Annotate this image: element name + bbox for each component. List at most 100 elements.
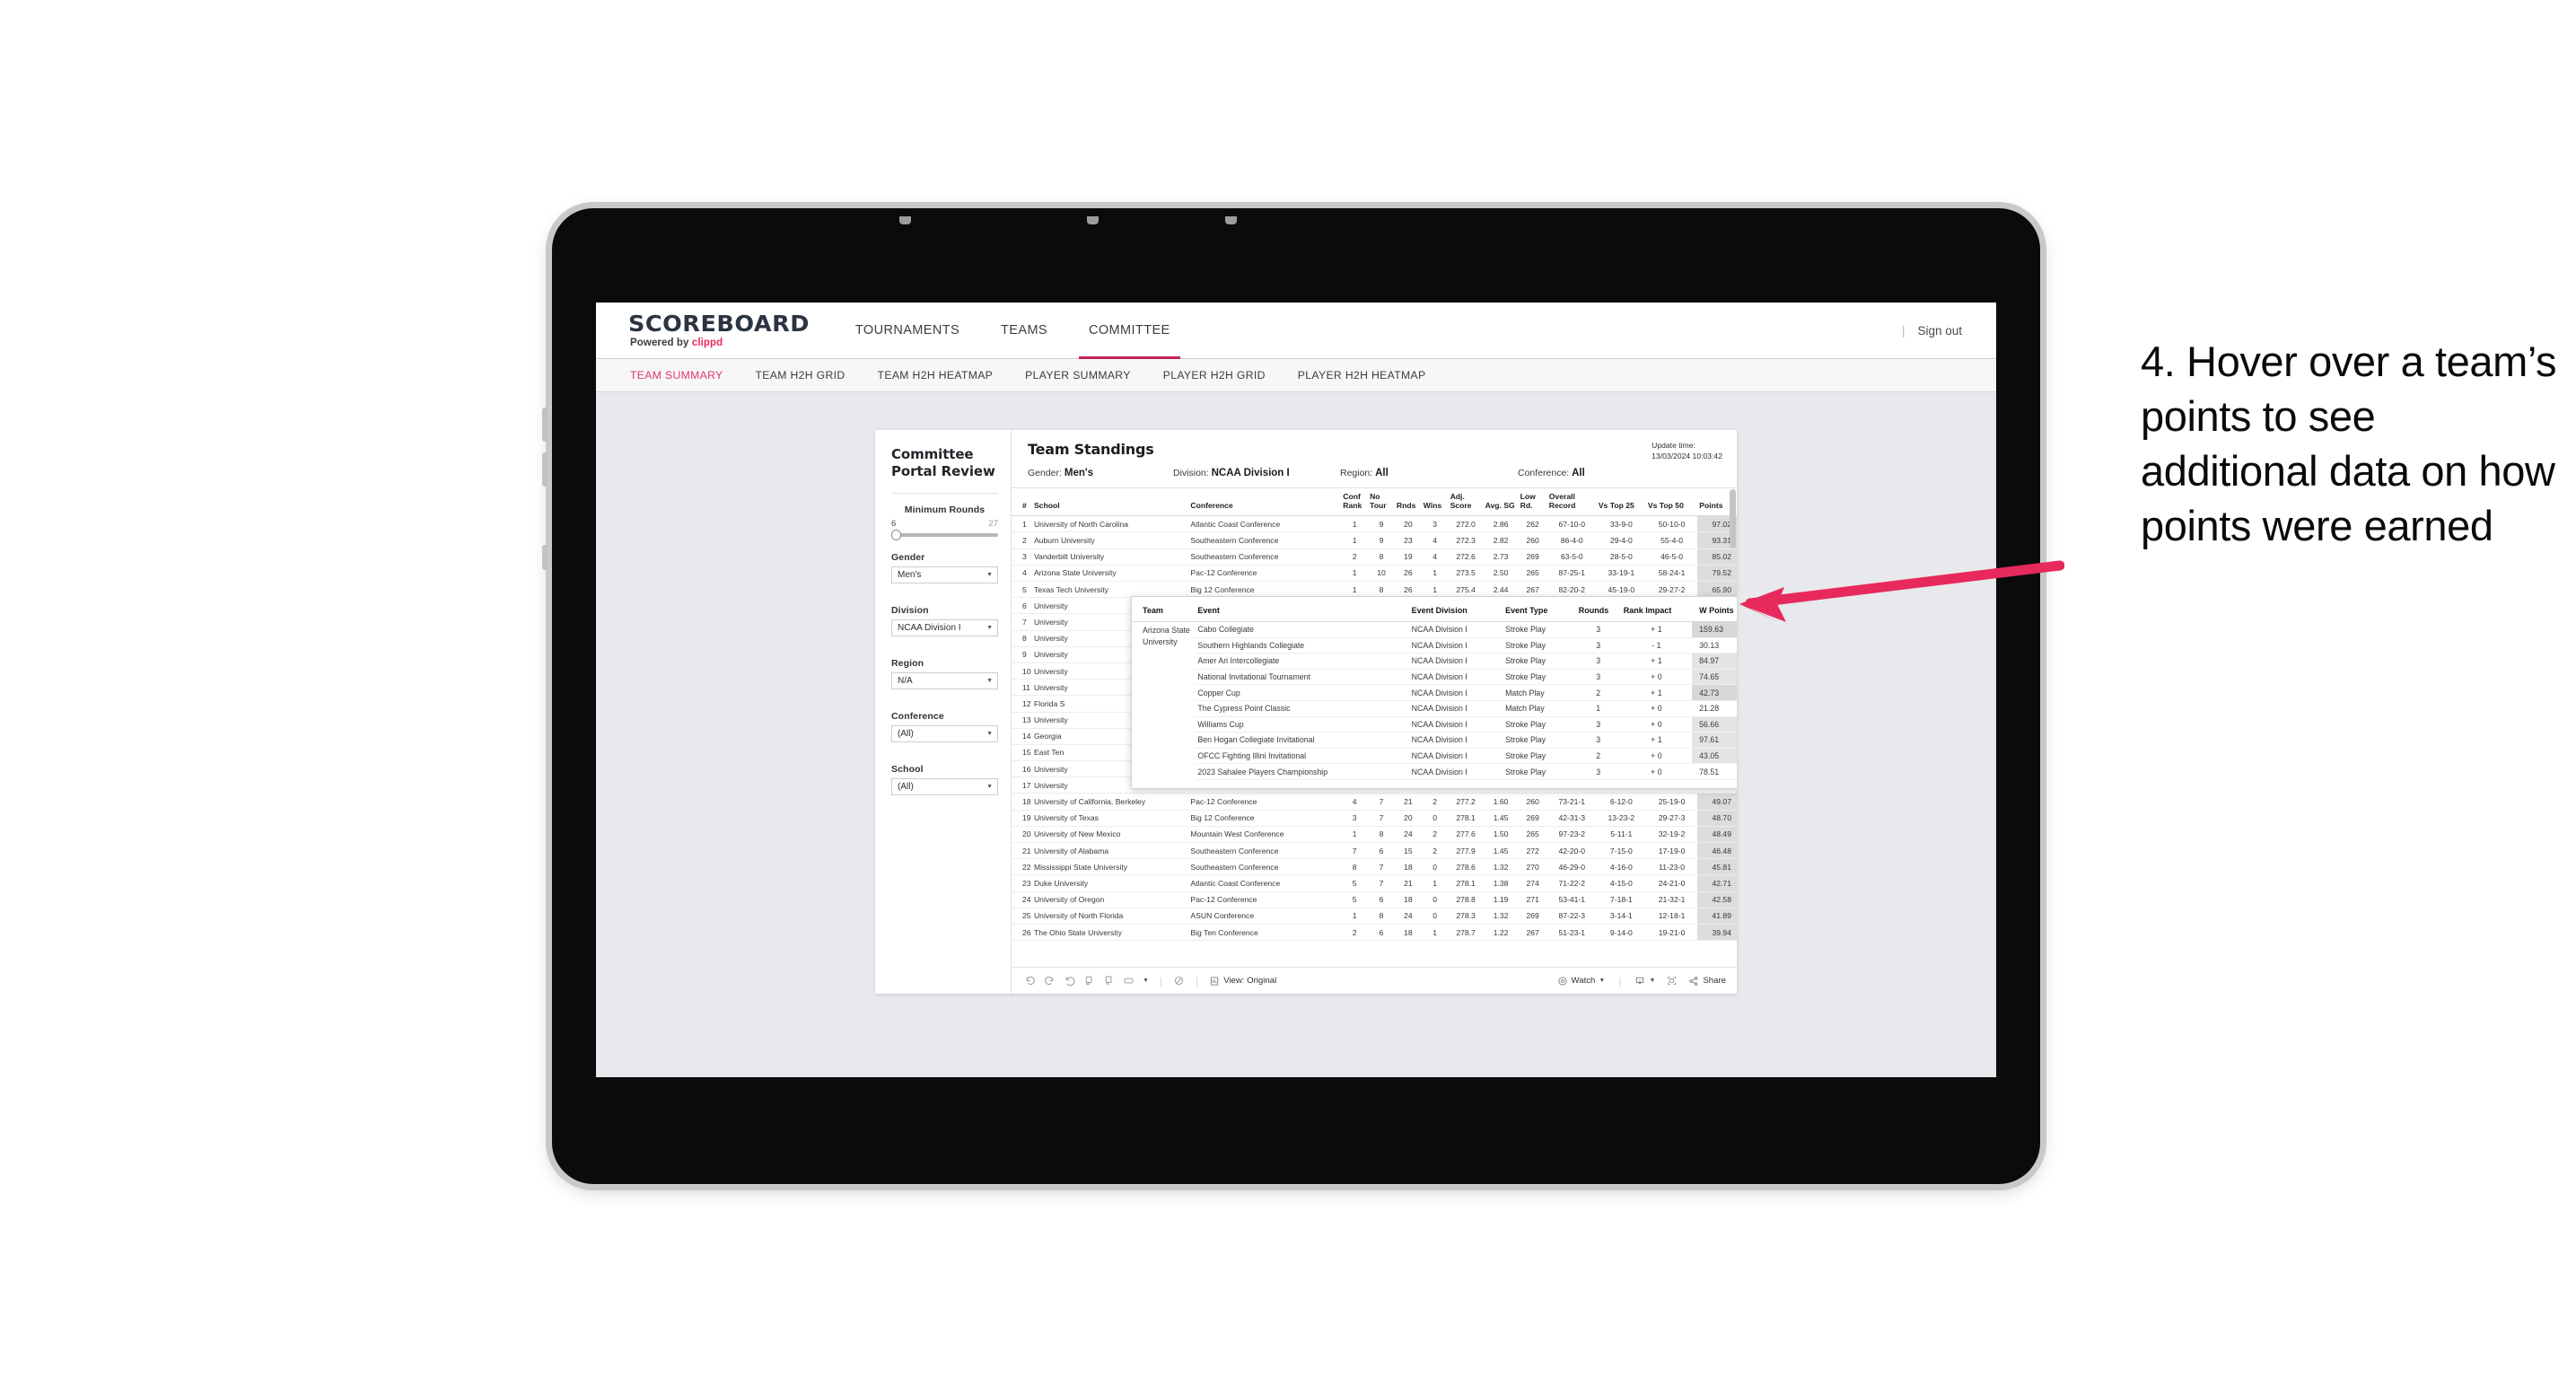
cell-rank: 23 — [1012, 874, 1032, 892]
col-avg-sg[interactable]: Avg. SG — [1483, 488, 1519, 517]
tooltip-cell-rounds: 3 — [1575, 669, 1621, 686]
view-original-button[interactable]: View: Original — [1209, 976, 1276, 987]
toolbar-separator-1: | — [1159, 974, 1163, 987]
download-button[interactable]: ▼ — [1634, 976, 1655, 987]
volume-down-button[interactable] — [542, 452, 548, 487]
viz-container: Committee Portal Review Minimum Rounds 6… — [875, 430, 1737, 994]
pause-auto-update-icon[interactable] — [1103, 975, 1115, 987]
minimum-rounds-slider-handle[interactable] — [891, 530, 901, 541]
cell-pts[interactable]: 41.89 — [1697, 908, 1737, 925]
device-preview-icon[interactable] — [1123, 975, 1135, 987]
nav-item-committee[interactable]: COMMITTEE — [1068, 303, 1191, 359]
cell-school: University of Texas — [1031, 810, 1189, 827]
cell-pts[interactable]: 49.07 — [1697, 793, 1737, 811]
conference-select[interactable]: (All) ▼ — [891, 725, 998, 743]
division-select[interactable]: NCAA Division I ▼ — [891, 619, 998, 637]
cell-pts[interactable]: 46.48 — [1697, 842, 1737, 860]
share-button[interactable]: Share — [1688, 976, 1726, 987]
school-select[interactable]: (All) ▼ — [891, 778, 998, 796]
tab-team-summary[interactable]: TEAM SUMMARY — [630, 369, 744, 382]
cell-wins: 0 — [1421, 810, 1449, 827]
revert-icon[interactable] — [1064, 975, 1075, 987]
tooltip-row: Arizona State University Cabo Collegiate N… — [1132, 621, 1737, 646]
table-vertical-scrollbar[interactable] — [1730, 489, 1736, 548]
table-row[interactable]: 21 University of Alabama Southeastern Conf… — [1012, 842, 1737, 860]
col-school[interactable]: School — [1031, 488, 1189, 517]
col-rank[interactable]: # — [1012, 488, 1032, 517]
cell-conf: Pac-12 Conference — [1188, 793, 1342, 811]
table-row[interactable]: 1 University of North Carolina Atlantic Co… — [1012, 515, 1737, 533]
cell-pts[interactable]: 45.81 — [1697, 858, 1737, 876]
cell-no_tour: 7 — [1368, 810, 1395, 827]
table-row[interactable]: 5 Texas Tech University Big 12 Conference 1… — [1012, 581, 1737, 599]
cell-no_tour: 8 — [1368, 908, 1395, 925]
tooltip-cell-division: NCAA Division I — [1408, 669, 1503, 686]
table-row[interactable]: 24 University of Oregon Pac-12 Conference 5… — [1012, 891, 1737, 908]
refresh-icon[interactable] — [1083, 975, 1095, 987]
table-row[interactable]: 18 University of California, Berkeley Pac-… — [1012, 793, 1737, 811]
tab-team-h2h-heatmap[interactable]: TEAM H2H HEATMAP — [866, 369, 1014, 382]
nav-item-tournaments[interactable]: TOURNAMENTS — [835, 303, 980, 358]
undo-icon[interactable] — [1024, 975, 1036, 987]
region-select[interactable]: N/A ▼ — [891, 672, 998, 690]
nav-item-teams[interactable]: TEAMS — [980, 303, 1068, 358]
col-conference[interactable]: Conference — [1188, 488, 1342, 517]
power-button[interactable] — [542, 545, 548, 570]
tooltip-cell-type: Stroke Play — [1503, 637, 1576, 654]
col-conf-rank[interactable]: Conf Rank — [1341, 488, 1369, 517]
cell-school: University of New Mexico — [1031, 826, 1189, 844]
col-wins[interactable]: Wins — [1421, 488, 1449, 517]
cell-conf: Big Ten Conference — [1188, 924, 1342, 942]
pause-icon[interactable] — [1173, 975, 1185, 987]
table-row[interactable]: 25 University of North Florida ASUN Confer… — [1012, 908, 1737, 925]
cell-no_tour: 9 — [1368, 531, 1395, 549]
gender-select[interactable]: Men's ▼ — [891, 566, 998, 584]
cell-pts[interactable]: 48.49 — [1697, 826, 1737, 844]
table-row[interactable]: 26 The Ohio State University Big Ten Confe… — [1012, 924, 1737, 942]
col-no-tour[interactable]: No Tour — [1368, 488, 1395, 517]
col-low-rd[interactable]: Low Rd. — [1518, 488, 1547, 517]
tooltip-cell-event: Southern Highlands Collegiate — [1195, 637, 1409, 654]
tooltip-cell-rounds: 2 — [1575, 748, 1621, 765]
col-vs-top-50[interactable]: Vs Top 50 — [1645, 488, 1698, 517]
gender-value: Men's — [898, 570, 922, 581]
volume-up-button[interactable] — [542, 408, 548, 442]
cell-pts[interactable]: 39.94 — [1697, 924, 1737, 942]
table-row[interactable]: 4 Arizona State University Pac-12 Conferen… — [1012, 565, 1737, 583]
tooltip-cell-event: Cabo Collegiate — [1195, 621, 1409, 638]
cell-pts[interactable]: 42.58 — [1697, 891, 1737, 908]
tooltip-table-head: Team Event Event Division Event Type Rou… — [1132, 603, 1737, 622]
fullscreen-icon[interactable] — [1666, 975, 1678, 987]
sign-out-link[interactable]: Sign out — [1917, 324, 1962, 338]
chevron-down-icon[interactable]: ▼ — [1599, 978, 1605, 984]
annotation-text: 4. Hover over a team’s points to see add… — [2141, 338, 2557, 550]
table-row[interactable]: 20 University of New Mexico Mountain West … — [1012, 826, 1737, 844]
cell-rank: 4 — [1012, 565, 1032, 583]
tab-player-summary[interactable]: PLAYER SUMMARY — [1013, 369, 1152, 382]
tab-team-h2h-grid[interactable]: TEAM H2H GRID — [744, 369, 866, 382]
col-vs-top-25[interactable]: Vs Top 25 — [1596, 488, 1646, 517]
col-rnds[interactable]: Rnds — [1394, 488, 1422, 517]
sheet-header: Team Standings Update time: 13/03/2024 1… — [1012, 430, 1737, 487]
table-row[interactable]: 23 Duke University Atlantic Coast Conferen… — [1012, 874, 1737, 892]
col-adj-score[interactable]: Adj. Score — [1448, 488, 1484, 517]
tooltip-cell-impact: + 0 — [1620, 748, 1693, 765]
cell-rnds: 18 — [1394, 924, 1422, 942]
table-row[interactable]: 3 Vanderbilt University Southeastern Confe… — [1012, 548, 1737, 566]
chevron-down-icon[interactable]: ▼ — [1649, 978, 1655, 984]
cell-pts[interactable]: 42.71 — [1697, 874, 1737, 892]
table-row[interactable]: 19 University of Texas Big 12 Conference 3 7… — [1012, 810, 1737, 827]
tooltip-cell-impact: + 1 — [1620, 732, 1693, 749]
brand-logo[interactable]: SCOREBOARD Powered by clippd — [596, 303, 835, 358]
tab-player-h2h-grid[interactable]: PLAYER H2H GRID — [1152, 369, 1286, 382]
cell-pts[interactable]: 48.70 — [1697, 810, 1737, 827]
table-row[interactable]: 2 Auburn University Southeastern Conferenc… — [1012, 531, 1737, 549]
watch-button[interactable]: Watch ▼ — [1557, 976, 1605, 987]
chevron-down-icon[interactable]: ▼ — [1143, 978, 1149, 984]
table-row[interactable]: 22 Mississippi State University Southeaste… — [1012, 858, 1737, 876]
redo-icon[interactable] — [1044, 975, 1056, 987]
col-overall-record[interactable]: Overall Record — [1546, 488, 1597, 517]
minimum-rounds-slider[interactable] — [891, 530, 998, 541]
cell-adj: 277.9 — [1448, 842, 1484, 860]
tab-player-h2h-heatmap[interactable]: PLAYER H2H HEATMAP — [1286, 369, 1447, 382]
